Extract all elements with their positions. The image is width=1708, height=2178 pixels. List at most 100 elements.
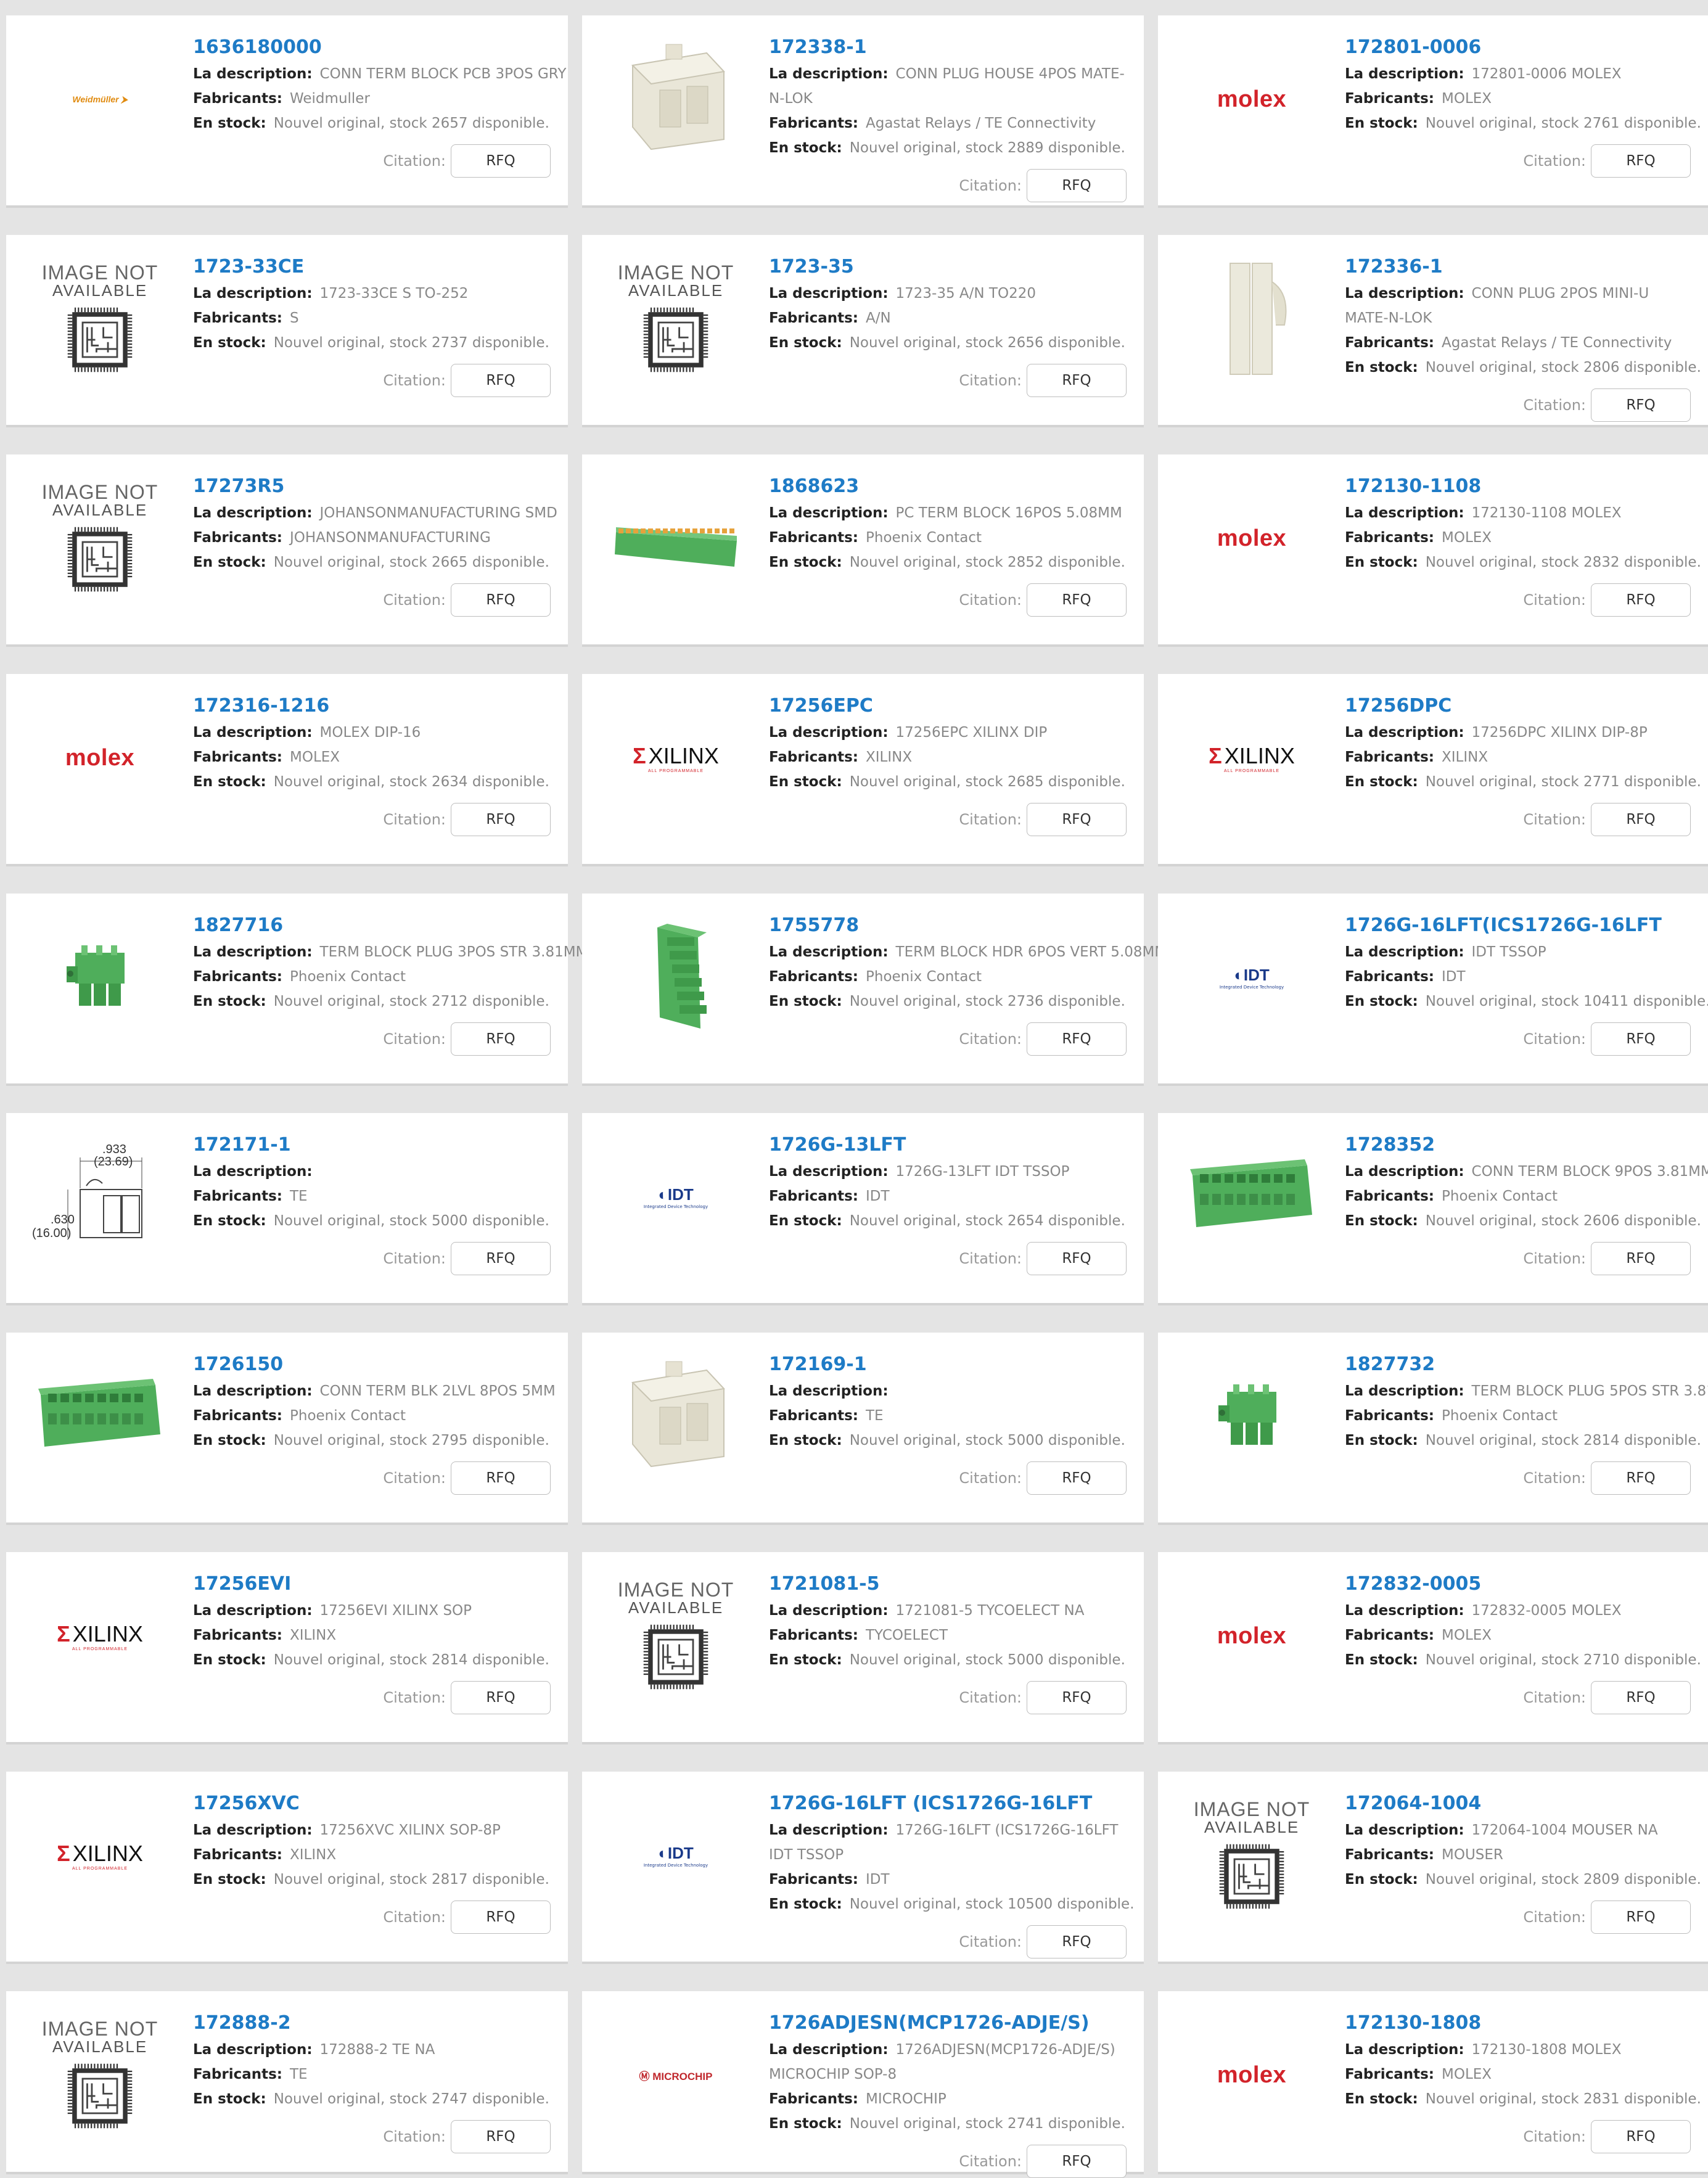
product-card: molex 172316-1216 La description: MOLEX D…	[6, 674, 568, 866]
rfq-button[interactable]: RFQ	[1027, 583, 1127, 617]
rfq-button[interactable]: RFQ	[1591, 388, 1691, 422]
part-number-link[interactable]: 1728352	[1345, 1133, 1691, 1157]
product-image[interactable]	[606, 917, 746, 1038]
rfq-button[interactable]: RFQ	[1027, 1681, 1127, 1714]
part-number-link[interactable]: 172336-1	[1345, 255, 1691, 279]
rfq-button[interactable]: RFQ	[451, 1242, 551, 1275]
part-number-link[interactable]: 17273R5	[193, 474, 551, 499]
rfq-button[interactable]: RFQ	[451, 583, 551, 617]
manufacturer-row: Fabricants: S	[193, 306, 551, 331]
part-number-link[interactable]: 1827732	[1345, 1352, 1691, 1377]
product-image[interactable]: .933 (23.69) .630 (16.00)	[30, 1136, 170, 1257]
product-image[interactable]: IMAGE NOT AVAILABLE	[606, 258, 746, 379]
product-image[interactable]: IMAGE NOT AVAILABLE	[606, 1576, 746, 1696]
product-image[interactable]: molex	[1181, 478, 1322, 599]
product-image[interactable]: molex	[1181, 2015, 1322, 2135]
rfq-button[interactable]: RFQ	[451, 1461, 551, 1495]
part-number-link[interactable]: 1726G-16LFT(ICS1726G-16LFT	[1345, 913, 1691, 938]
part-number-link[interactable]: 172171-1	[193, 1133, 551, 1157]
part-number-link[interactable]: 172169-1	[769, 1352, 1127, 1377]
part-number-link[interactable]: 172832-0005	[1345, 1572, 1691, 1597]
product-image[interactable]: IMAGE NOT AVAILABLE	[1181, 1795, 1322, 1916]
stock-value: Nouvel original, stock 2809 disponible.	[1425, 1872, 1701, 1888]
product-image[interactable]: Σ XILINX ALL PROGRAMMABLE	[30, 1795, 170, 1916]
rfq-button[interactable]: RFQ	[1027, 1022, 1127, 1056]
product-info: 17273R5 La description: JOHANSONMANUFACTU…	[193, 474, 557, 617]
part-number-link[interactable]: 1723-35	[769, 255, 1127, 279]
rfq-button[interactable]: RFQ	[451, 364, 551, 397]
product-image[interactable]: ◐IDT Integrated Device Technology	[606, 1795, 746, 1916]
part-number-link[interactable]: 1827716	[193, 913, 551, 938]
product-image[interactable]: IMAGE NOT AVAILABLE	[30, 478, 170, 599]
part-number-link[interactable]: 172130-1808	[1345, 2011, 1691, 2036]
manufacturer-value: Phoenix Contact	[866, 530, 982, 546]
rfq-button[interactable]: RFQ	[1591, 1681, 1691, 1714]
part-number-link[interactable]: 17256XVC	[193, 1791, 551, 1816]
product-image[interactable]	[606, 478, 746, 599]
product-image[interactable]: IMAGE NOT AVAILABLE	[30, 2015, 170, 2135]
rfq-button[interactable]: RFQ	[1591, 803, 1691, 836]
product-image[interactable]: Ⓜ MICROCHIP	[606, 2015, 746, 2135]
rfq-button[interactable]: RFQ	[1591, 1461, 1691, 1495]
part-number-link[interactable]: 1726G-13LFT	[769, 1133, 1127, 1157]
part-number-link[interactable]: 1755778	[769, 913, 1127, 938]
product-image[interactable]: molex	[1181, 39, 1322, 160]
part-number-link[interactable]: 172338-1	[769, 35, 1127, 60]
product-card: ◐IDT Integrated Device Technology 1726G-1…	[582, 1772, 1144, 1964]
product-image[interactable]	[1181, 258, 1322, 379]
rfq-button[interactable]: RFQ	[451, 1022, 551, 1056]
product-image[interactable]: ◐IDT Integrated Device Technology	[1181, 917, 1322, 1038]
product-image[interactable]: ◐IDT Integrated Device Technology	[606, 1136, 746, 1257]
rfq-button[interactable]: RFQ	[1591, 1242, 1691, 1275]
part-number-link[interactable]: 17256DPC	[1345, 694, 1691, 718]
product-image[interactable]	[30, 917, 170, 1038]
rfq-button[interactable]: RFQ	[1027, 364, 1127, 397]
rfq-button[interactable]: RFQ	[1027, 1461, 1127, 1495]
manufacturer-value: Phoenix Contact	[1442, 1188, 1558, 1204]
part-number-link[interactable]: 17256EVI	[193, 1572, 551, 1597]
product-image[interactable]	[1181, 1136, 1322, 1257]
rfq-button[interactable]: RFQ	[1591, 144, 1691, 178]
rfq-button[interactable]: RFQ	[1027, 803, 1127, 836]
part-number-link[interactable]: 172801-0006	[1345, 35, 1691, 60]
rfq-button[interactable]: RFQ	[451, 2120, 551, 2153]
part-number-link[interactable]: 1636180000	[193, 35, 551, 60]
part-number-link[interactable]: 1723-33CE	[193, 255, 551, 279]
rfq-button[interactable]: RFQ	[451, 803, 551, 836]
part-number-link[interactable]: 1726150	[193, 1352, 551, 1377]
rfq-button[interactable]: RFQ	[451, 1681, 551, 1714]
part-number-link[interactable]: 172130-1108	[1345, 474, 1691, 499]
part-number-link[interactable]: 1726ADJESN(MCP1726-ADJE/S)	[769, 2011, 1127, 2036]
part-number-link[interactable]: 1721081-5	[769, 1572, 1127, 1597]
manufacturer-row: Fabricants: MOLEX	[1345, 1623, 1691, 1648]
part-number-link[interactable]: 1868623	[769, 474, 1127, 499]
rfq-button[interactable]: RFQ	[1591, 2120, 1691, 2153]
product-image[interactable]: IMAGE NOT AVAILABLE	[30, 258, 170, 379]
part-number-link[interactable]: 172316-1216	[193, 694, 551, 718]
product-image[interactable]: Weidmüller ⮞	[30, 39, 170, 160]
rfq-button[interactable]: RFQ	[1591, 1022, 1691, 1056]
rfq-button[interactable]: RFQ	[1027, 2145, 1127, 2178]
rfq-button[interactable]: RFQ	[1027, 1242, 1127, 1275]
manufacturer-value: XILINX	[866, 749, 913, 765]
rfq-button[interactable]: RFQ	[1027, 169, 1127, 202]
part-number-link[interactable]: 1726G-16LFT (ICS1726G-16LFT	[769, 1791, 1127, 1816]
part-number-link[interactable]: 172064-1004	[1345, 1791, 1691, 1816]
product-image[interactable]	[1181, 1356, 1322, 1477]
part-number-link[interactable]: 17256EPC	[769, 694, 1127, 718]
product-image[interactable]	[30, 1356, 170, 1477]
rfq-button[interactable]: RFQ	[451, 1901, 551, 1934]
product-image[interactable]: molex	[30, 697, 170, 818]
product-image[interactable]	[606, 39, 746, 160]
rfq-button[interactable]: RFQ	[451, 144, 551, 178]
product-image[interactable]	[606, 1356, 746, 1477]
rfq-button[interactable]: RFQ	[1591, 1901, 1691, 1934]
rfq-button[interactable]: RFQ	[1591, 583, 1691, 617]
product-card: 1728352 La description: CONN TERM BLOCK 9…	[1158, 1113, 1708, 1305]
product-image[interactable]: Σ XILINX ALL PROGRAMMABLE	[30, 1576, 170, 1696]
product-image[interactable]: molex	[1181, 1576, 1322, 1696]
product-image[interactable]: Σ XILINX ALL PROGRAMMABLE	[606, 697, 746, 818]
part-number-link[interactable]: 172888-2	[193, 2011, 551, 2036]
product-image[interactable]: Σ XILINX ALL PROGRAMMABLE	[1181, 697, 1322, 818]
rfq-button[interactable]: RFQ	[1027, 1925, 1127, 1958]
